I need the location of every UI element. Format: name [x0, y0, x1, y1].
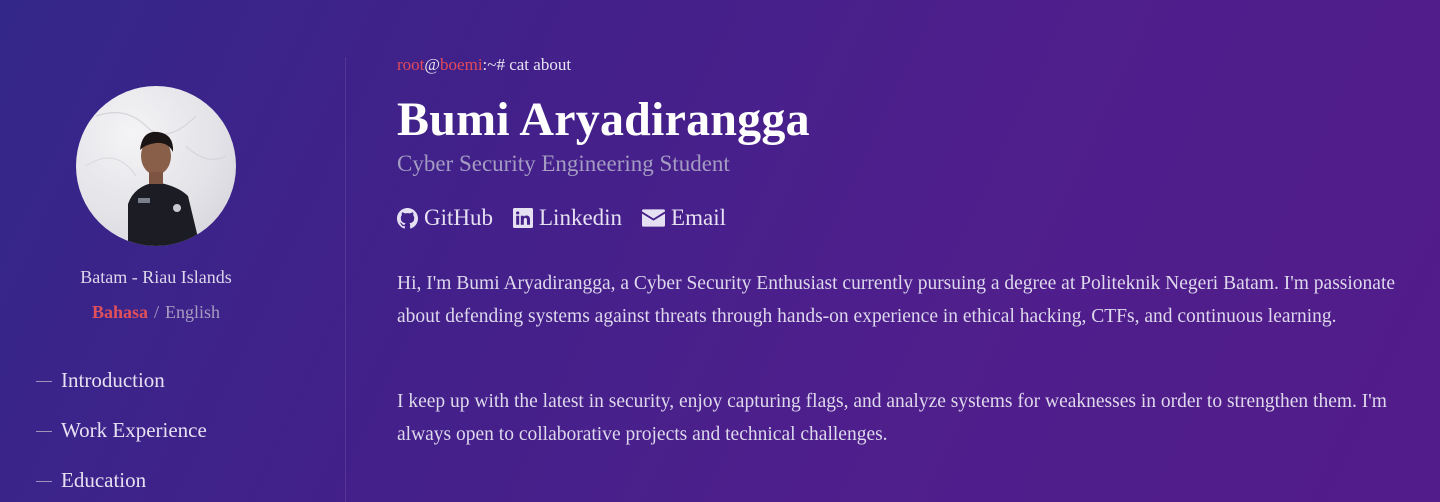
nav-item-label: Education	[61, 468, 147, 492]
linkedin-link[interactable]: Linkedin	[513, 205, 622, 231]
language-separator: /	[154, 302, 160, 322]
email-label: Email	[671, 205, 726, 230]
nav-dash	[36, 431, 52, 432]
location-text: Batam - Riau Islands	[80, 267, 232, 287]
vertical-divider	[345, 57, 346, 502]
nav-item-work-experience[interactable]: Work Experience	[36, 418, 207, 468]
page-title: Bumi Aryadirangga	[397, 93, 810, 146]
sidebar-nav: Introduction Work Experience Education	[36, 368, 207, 502]
github-label: GitHub	[424, 205, 493, 230]
nav-dash	[36, 481, 52, 482]
nav-dash	[36, 381, 52, 382]
sidebar: Batam - Riau Islands Bahasa / English Intr…	[0, 0, 346, 502]
prompt-user: root	[397, 55, 425, 74]
github-link[interactable]: GitHub	[397, 205, 493, 231]
subtitle-role: Cyber Security Engineering Student	[397, 151, 730, 176]
nav-item-education[interactable]: Education	[36, 468, 207, 502]
about-paragraph-1: Hi, I'm Bumi Aryadirangga, a Cyber Secur…	[397, 273, 1396, 327]
linkedin-label: Linkedin	[539, 205, 623, 230]
profile-photo	[85, 112, 227, 246]
social-links: GitHub Linkedin Email	[397, 205, 726, 231]
prompt-host: boemi	[440, 55, 483, 74]
language-switcher: Bahasa / English	[0, 302, 312, 323]
nav-item-label: Work Experience	[61, 418, 207, 442]
language-option-english[interactable]: English	[165, 302, 220, 322]
github-icon	[397, 207, 418, 228]
mail-icon	[642, 209, 666, 227]
terminal-prompt: root@boemi:~# cat about	[397, 55, 571, 75]
prompt-at: @	[424, 55, 441, 74]
nav-item-label: Introduction	[61, 368, 165, 392]
prompt-command: :~# cat about	[482, 55, 572, 74]
language-option-bahasa[interactable]: Bahasa	[92, 302, 148, 322]
profile-avatar	[76, 86, 236, 246]
linkedin-icon	[513, 208, 533, 228]
nav-item-introduction[interactable]: Introduction	[36, 368, 207, 418]
about-paragraph-2: I keep up with the latest in security, e…	[397, 391, 1387, 445]
email-link[interactable]: Email	[642, 205, 726, 231]
